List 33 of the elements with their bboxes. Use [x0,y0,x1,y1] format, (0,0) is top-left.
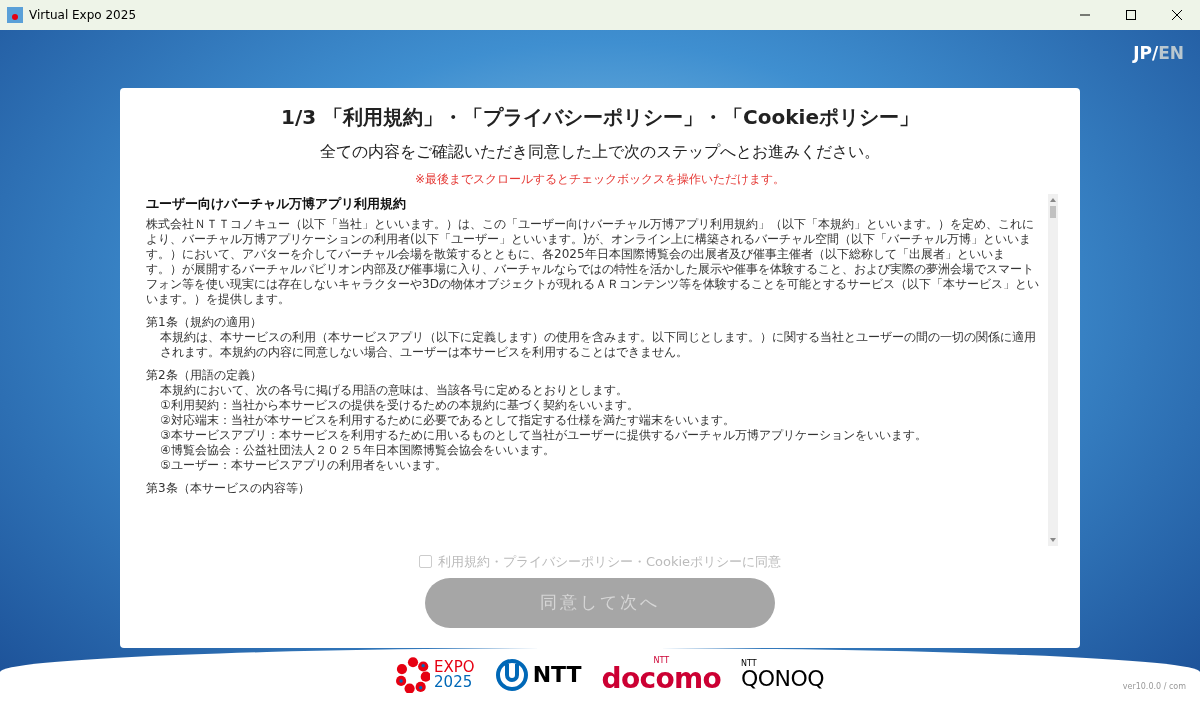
maximize-icon [1126,10,1136,20]
scrollbar[interactable] [1048,194,1058,546]
app-icon [7,7,23,23]
article-title: 第1条（規約の適用） [146,315,263,330]
docomo-logo-text: docomo [601,664,721,693]
expo-emblem-icon [396,656,431,693]
dialog-subtitle: 全ての内容をご確認いただき同意した上で次のステップへとお進みください。 [320,141,880,163]
article-body: 本規約は、本サービスの利用（本サービスアプリ（以下に定義します）の使用を含みます。以下同じとします。）に関する当社とユーザーの間の一切の関係に適用されます。本規約の内容に同意しない場合、ユーザーは本サービスを利用することはできません。 [159,330,1037,360]
terms-paragraph: 株式会社ＮＴＴコノキュー（以下「当社」といいます。）は、この「ユーザー向けバーチャル万博アプリ利用規約」（以下「本規約」といいます。）を定め、これにより、バーチャル万博アプリケーションの利用者(以下「ユーザー」といいます。)が、オンライン上に構築されるバーチャル空間（以下「バーチャル万博」といいます。）において、アバターを介してバーチャル会場を散策するとともに、各2025年日本国際博覧会の出展者及び催事主催者（以下総称して「出展者」といいます。）が展開するバーチャルパビリオン内部及び催事場に入り、バーチャルならではの特性を活かした展示や催事を体験すること、および実際の夢洲会場でスマートフォン等を使い現実には存在しないキャラクターや3Dの物体オブジェクトが現れるＡＲコンテンツ等を体験することを可能とするサービス（以下「本サービス」といいます。）を提供します。 [146,217,1040,307]
qonoq-logo-text: QONOQ [740,667,824,690]
article-title: 第3条（本サービスの内容等） [146,481,311,496]
language-toggle[interactable]: EN [1158,42,1184,64]
close-icon [1172,10,1182,20]
ntt-small-text: NTT [653,656,670,665]
expo-logo-text: EXPO [434,659,475,675]
ntt-small-text: NTT [740,659,758,668]
article-list-item: ③本サービスアプリ：本サービスを利用するために用いるものとして当社がユーザーに提供するバーチャル万博アプリケーションをいいます。 [159,428,928,443]
terms-heading: ユーザー向けバーチャル万博アプリ利用規約 [146,196,407,211]
expo-year-text: 2025 [434,674,474,690]
article-list-item: ②対応端末：当社が本サービスを利用するために必要であるとして指定する仕様を満たす端末をいいます。 [159,413,736,428]
ntt-logo-icon [494,657,529,692]
article-title: 第2条（用語の定義） [146,368,263,383]
window-title: Virtual Expo 2025 [29,7,137,24]
article-list-item: ④博覧会協会：公益社団法人２０２５年日本国際博覧会協会をいいます。 [159,443,556,458]
ntt-logo-text: NTT [532,661,582,689]
version-text: ver10.0.0 / com [1122,681,1186,693]
dialog-title: 1/3 「利用規約」・「プライバシーポリシー」・「Cookieポリシー」 [281,104,919,131]
article-body: 本規約において、次の各号に掲げる用語の意味は、当該各号に定めるとおりとします。 [159,383,629,398]
language-separator: / [1151,42,1159,64]
language-toggle[interactable]: JP [1133,42,1152,64]
article-list-item: ①利用契約：当社から本サービスの提供を受けるための本規約に基づく契約をいいます。 [159,398,640,413]
article-list-item: ⑤ユーザー：本サービスアプリの利用者をいいます。 [159,458,448,473]
scroll-notice: ※最後までスクロールするとチェックボックスを操作いただけます。 [414,171,786,188]
